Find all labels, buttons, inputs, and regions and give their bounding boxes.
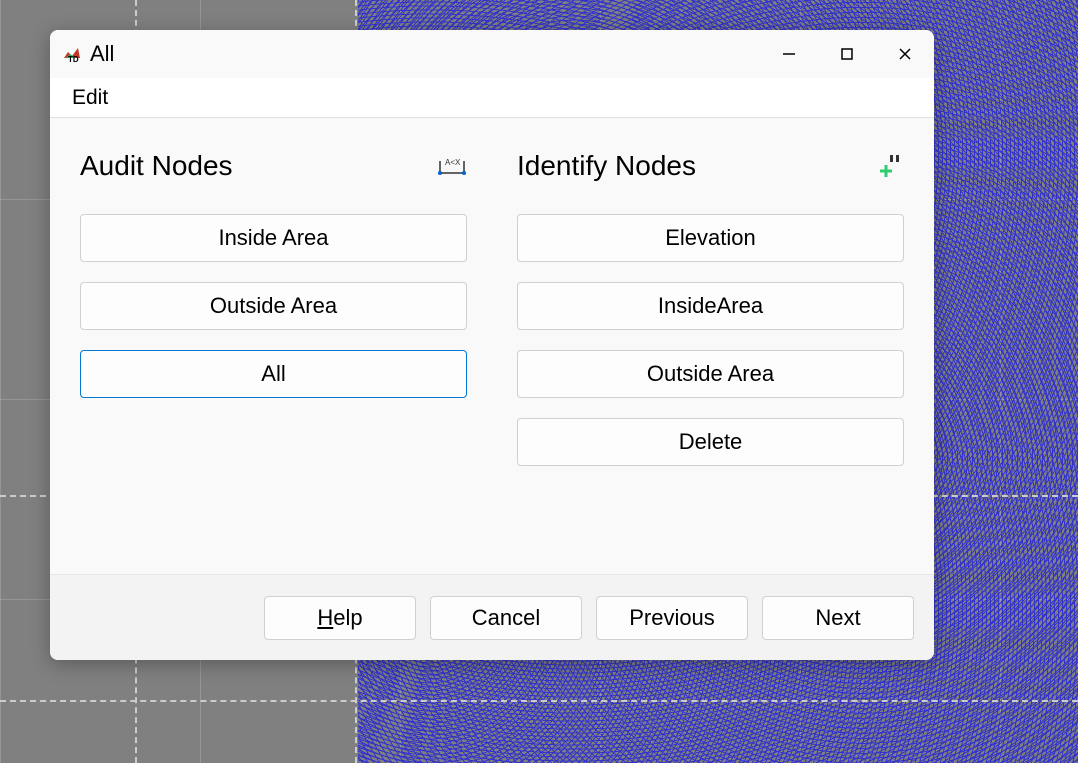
identify-outside-area-button[interactable]: Outside Area — [517, 350, 904, 398]
next-button[interactable]: Next — [762, 596, 914, 640]
window-title: All — [90, 41, 760, 67]
grid-line — [0, 700, 1078, 702]
audit-heading: Audit Nodes — [80, 150, 233, 182]
identify-add-icon[interactable] — [874, 151, 904, 181]
menu-edit[interactable]: Edit — [64, 82, 116, 114]
identify-elevation-button[interactable]: Elevation — [517, 214, 904, 262]
audit-all-button[interactable]: All — [80, 350, 467, 398]
help-button[interactable]: Help — [264, 596, 416, 640]
identify-inside-area-button[interactable]: InsideArea — [517, 282, 904, 330]
window-controls — [760, 30, 934, 78]
audit-header: Audit Nodes A<X — [80, 148, 467, 184]
audit-inside-area-button[interactable]: Inside Area — [80, 214, 467, 262]
help-label-rest: elp — [333, 605, 362, 630]
identify-nodes-column: Identify Nodes Elevation InsideArea Outs… — [517, 148, 904, 574]
identify-delete-button[interactable]: Delete — [517, 418, 904, 466]
close-button[interactable] — [876, 30, 934, 78]
app-icon: TD — [62, 44, 82, 64]
dialog-content: Audit Nodes A<X Inside Area Outside Area… — [50, 118, 934, 574]
svg-text:TD: TD — [68, 55, 79, 64]
svg-text:A<X: A<X — [445, 158, 461, 167]
titlebar[interactable]: TD All — [50, 30, 934, 78]
identify-header: Identify Nodes — [517, 148, 904, 184]
identify-heading: Identify Nodes — [517, 150, 696, 182]
audit-nodes-column: Audit Nodes A<X Inside Area Outside Area… — [80, 148, 467, 574]
previous-button[interactable]: Previous — [596, 596, 748, 640]
maximize-button[interactable] — [818, 30, 876, 78]
minimize-button[interactable] — [760, 30, 818, 78]
audit-outside-area-button[interactable]: Outside Area — [80, 282, 467, 330]
menubar: Edit — [50, 78, 934, 118]
dialog-footer: Help Cancel Previous Next — [50, 574, 934, 660]
dialog-window: TD All Edit Audit Nodes — [50, 30, 934, 660]
audit-range-icon[interactable]: A<X — [437, 151, 467, 181]
cancel-button[interactable]: Cancel — [430, 596, 582, 640]
